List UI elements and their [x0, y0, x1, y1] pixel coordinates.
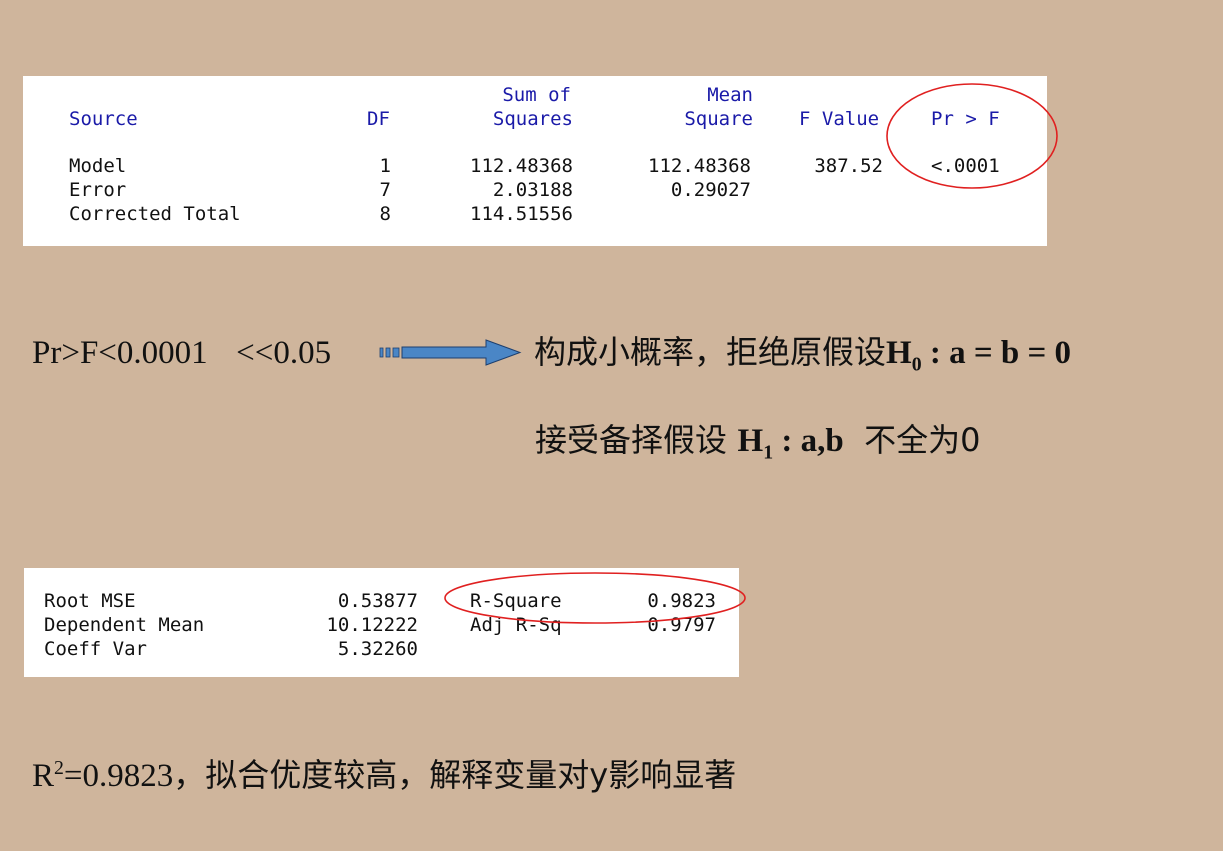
h1-expr: : a,b [773, 423, 844, 459]
row-total-source: Corrected Total [69, 203, 241, 225]
h0-sub: 0 [911, 353, 922, 376]
row-model-ss: 112.48368 [470, 155, 573, 177]
row-error-ss: 2.03188 [492, 179, 573, 201]
fit-value-coeff-var: 5.32260 [337, 638, 418, 660]
fit-conclusion-text: ，拟合优度较高，解释变量对y影响显著 [173, 756, 737, 794]
arrow-icon [379, 339, 522, 366]
r-sup: 2 [54, 757, 64, 779]
reject-text: 构成小概率，拒绝原假设 [534, 333, 887, 371]
fit-value-root-mse: 0.53877 [337, 590, 418, 612]
row-model-source: Model [69, 155, 127, 177]
row-error-source: Error [69, 179, 127, 201]
row-model-ms: 112.48368 [648, 155, 751, 177]
accept-prefix: 接受备择假设 [535, 421, 728, 459]
header-ms-line1: Mean [707, 84, 753, 106]
header-df: DF [367, 108, 390, 130]
h1-label: H [737, 423, 764, 459]
header-ss-line1: Sum of [502, 84, 571, 106]
row-error-df: 7 [379, 179, 391, 201]
highlight-ellipse-r-square [444, 572, 746, 624]
fit-statistics-table: Root MSE Dependent Mean Coeff Var 0.5387… [24, 568, 746, 677]
row-error-ms: 0.29027 [670, 179, 751, 201]
h1-sub: 1 [763, 441, 774, 464]
anova-table: Source DF Sum of Squares Mean Square F V… [23, 76, 1058, 246]
header-ss-line2: Squares [492, 108, 573, 130]
conclusion-line-3: R2=0.9823，拟合优度较高，解释变量对y影响显著 [32, 748, 736, 796]
h0-expr: : a = b = 0 [921, 335, 1072, 371]
conclusion-line-2: 接受备择假设 H1 : a,b 不全为0 [535, 420, 981, 473]
row-total-ss: 114.51556 [470, 203, 573, 225]
accept-suffix: 不全为0 [864, 421, 981, 459]
header-f-value: F Value [799, 108, 880, 130]
conclusion-line-1: Pr>F<0.0001 <<0.05 [32, 332, 331, 373]
row-model-f: 387.52 [814, 155, 883, 177]
highlight-ellipse-pvalue [886, 83, 1058, 189]
row-model-df: 1 [379, 155, 391, 177]
r-value: =0.9823 [63, 758, 174, 794]
pvalue-text: Pr>F<0.0001 [32, 335, 208, 371]
r-symbol: R [32, 758, 55, 794]
compare-text: <<0.05 [236, 335, 332, 371]
row-total-df: 8 [379, 203, 391, 225]
fit-label-coeff-var: Coeff Var [44, 638, 147, 660]
h0-label: H [886, 335, 912, 371]
header-ms-line2: Square [684, 108, 753, 130]
conclusion-reject: 构成小概率，拒绝原假设H0 : a = b = 0 [534, 332, 1071, 385]
fit-label-dependent-mean: Dependent Mean [44, 614, 205, 636]
fit-label-root-mse: Root MSE [44, 590, 136, 612]
fit-value-dependent-mean: 10.12222 [326, 614, 418, 636]
header-source: Source [69, 108, 138, 130]
